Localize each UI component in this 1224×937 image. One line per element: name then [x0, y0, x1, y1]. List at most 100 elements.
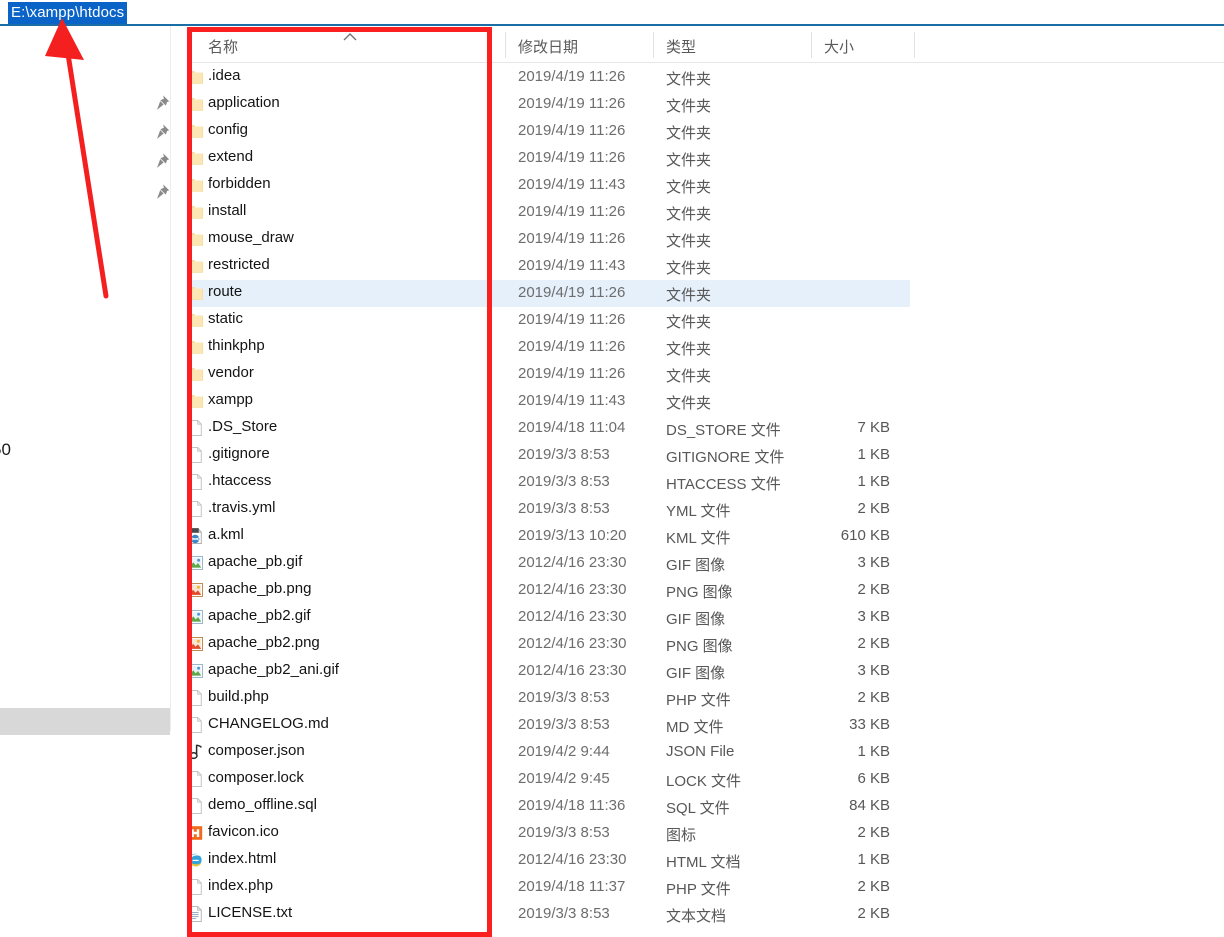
file-row[interactable]: .idea 2019/4/19 11:26 文件夹 — [187, 64, 910, 91]
file-size-cell: 2 KB — [857, 581, 890, 598]
file-name-cell[interactable]: index.php — [208, 877, 273, 894]
file-row[interactable]: vendor 2019/4/19 11:26 文件夹 — [187, 361, 910, 388]
file-name-cell[interactable]: CHANGELOG.md — [208, 715, 329, 732]
file-row[interactable]: LICENSE.txt 2019/3/3 8:53 文本文档 2 KB — [187, 901, 910, 928]
file-row[interactable]: extend 2019/4/19 11:26 文件夹 — [187, 145, 910, 172]
folder-icon — [188, 71, 203, 84]
file-type-cell: HTML 文档 — [666, 854, 741, 871]
file-date-cell: 2012/4/16 23:30 — [518, 608, 627, 625]
file-size-cell: 2 KB — [857, 905, 890, 922]
file-name-cell[interactable]: .DS_Store — [208, 418, 277, 435]
kml-icon — [188, 528, 202, 544]
file-type-cell: DS_STORE 文件 — [666, 422, 781, 439]
file-row[interactable]: build.php 2019/3/3 8:53 PHP 文件 2 KB — [187, 685, 910, 712]
file-type-cell: 文件夹 — [666, 71, 712, 88]
file-name-cell[interactable]: restricted — [208, 256, 270, 273]
file-row[interactable]: .travis.yml 2019/3/3 8:53 YML 文件 2 KB — [187, 496, 910, 523]
file-row[interactable]: apache_pb2.png 2012/4/16 23:30 PNG 图像 2 KB — [187, 631, 910, 658]
file-row[interactable]: .DS_Store 2019/4/18 11:04 DS_STORE 文件 7 KB — [187, 415, 910, 442]
gif-image-icon — [188, 610, 203, 624]
file-name-cell[interactable]: apache_pb2.png — [208, 634, 320, 651]
file-row[interactable]: apache_pb2_ani.gif 2012/4/16 23:30 GIF 图像 3… — [187, 658, 910, 685]
file-name-cell[interactable]: apache_pb2.gif — [208, 607, 311, 624]
file-name-cell[interactable]: LICENSE.txt — [208, 904, 292, 921]
file-name-cell[interactable]: .htaccess — [208, 472, 271, 489]
file-name-cell[interactable]: .idea — [208, 67, 241, 84]
file-name-cell[interactable]: install — [208, 202, 246, 219]
file-row[interactable]: composer.lock 2019/4/2 9:45 LOCK 文件 6 KB — [187, 766, 910, 793]
file-name-cell[interactable]: route — [208, 283, 242, 300]
column-header-row[interactable]: 名称 修改日期 类型 大小 — [187, 26, 1224, 63]
file-row[interactable]: CHANGELOG.md 2019/3/3 8:53 MD 文件 33 KB — [187, 712, 910, 739]
file-row[interactable]: mouse_draw 2019/4/19 11:26 文件夹 — [187, 226, 910, 253]
file-row[interactable]: apache_pb.gif 2012/4/16 23:30 GIF 图像 3 KB — [187, 550, 910, 577]
file-rows-container[interactable]: .idea 2019/4/19 11:26 文件夹 application 2019/4… — [187, 64, 1224, 928]
pin-icon[interactable] — [152, 122, 172, 142]
file-name-cell[interactable]: build.php — [208, 688, 269, 705]
file-name-cell[interactable]: apache_pb2_ani.gif — [208, 661, 339, 678]
file-row[interactable]: composer.json 2019/4/2 9:44 JSON File 1 KB — [187, 739, 910, 766]
file-name-cell[interactable]: composer.json — [208, 742, 305, 759]
file-name-cell[interactable]: apache_pb.gif — [208, 553, 302, 570]
column-separator[interactable] — [653, 32, 654, 58]
pin-icon[interactable] — [152, 151, 172, 171]
pin-icon[interactable] — [152, 182, 172, 202]
gif-image-icon — [188, 664, 203, 678]
column-header-date-modified[interactable]: 修改日期 — [518, 36, 578, 57]
address-bar-path[interactable]: E:\xampp\htdocs — [8, 2, 128, 25]
file-name-cell[interactable]: forbidden — [208, 175, 271, 192]
file-date-cell: 2019/4/18 11:04 — [518, 419, 626, 436]
file-row[interactable]: index.php 2019/4/18 11:37 PHP 文件 2 KB — [187, 874, 910, 901]
file-list-view[interactable]: 名称 修改日期 类型 大小 .idea 2019/4/19 11:26 文件夹 app… — [187, 26, 1224, 937]
column-separator[interactable] — [811, 32, 812, 58]
file-row[interactable]: install 2019/4/19 11:26 文件夹 — [187, 199, 910, 226]
folder-icon — [188, 206, 203, 219]
file-row[interactable]: a.kml 2019/3/13 10:20 KML 文件 610 KB — [187, 523, 910, 550]
file-row[interactable]: apache_pb2.gif 2012/4/16 23:30 GIF 图像 3 KB — [187, 604, 910, 631]
file-row[interactable]: apache_pb.png 2012/4/16 23:30 PNG 图像 2 KB — [187, 577, 910, 604]
file-name-cell[interactable]: vendor — [208, 364, 254, 381]
file-name-cell[interactable]: composer.lock — [208, 769, 304, 786]
file-name-cell[interactable]: .gitignore — [208, 445, 270, 462]
file-name-cell[interactable]: demo_offline.sql — [208, 796, 317, 813]
file-row[interactable]: restricted 2019/4/19 11:43 文件夹 — [187, 253, 910, 280]
folder-icon — [188, 179, 203, 192]
column-separator[interactable] — [505, 32, 506, 58]
column-separator[interactable] — [914, 32, 915, 58]
file-row[interactable]: static 2019/4/19 11:26 文件夹 — [187, 307, 910, 334]
file-name-cell[interactable]: extend — [208, 148, 253, 165]
column-header-name[interactable]: 名称 — [208, 36, 238, 57]
file-row[interactable]: demo_offline.sql 2019/4/18 11:36 SQL 文件 84 … — [187, 793, 910, 820]
folder-icon — [188, 395, 203, 408]
file-row[interactable]: forbidden 2019/4/19 11:43 文件夹 — [187, 172, 910, 199]
file-name-cell[interactable]: thinkphp — [208, 337, 265, 354]
file-name-cell[interactable]: .travis.yml — [208, 499, 276, 516]
address-bar[interactable]: E:\xampp\htdocs — [0, 0, 1224, 25]
column-header-type[interactable]: 类型 — [666, 36, 696, 57]
file-name-cell[interactable]: config — [208, 121, 248, 138]
pin-icon[interactable] — [152, 93, 172, 113]
file-name-cell[interactable]: favicon.ico — [208, 823, 279, 840]
column-header-size[interactable]: 大小 — [824, 36, 854, 57]
file-name-cell[interactable]: apache_pb.png — [208, 580, 311, 597]
file-row[interactable]: application 2019/4/19 11:26 文件夹 — [187, 91, 910, 118]
file-row[interactable]: config 2019/4/19 11:26 文件夹 — [187, 118, 910, 145]
file-name-cell[interactable]: a.kml — [208, 526, 244, 543]
file-size-cell: 1 KB — [857, 473, 890, 490]
file-name-cell[interactable]: index.html — [208, 850, 276, 867]
file-name-cell[interactable]: xampp — [208, 391, 253, 408]
file-row[interactable]: xampp 2019/4/19 11:43 文件夹 — [187, 388, 910, 415]
file-row[interactable]: route 2019/4/19 11:26 文件夹 — [187, 280, 910, 307]
file-type-cell: 文件夹 — [666, 233, 712, 250]
file-name-cell[interactable]: static — [208, 310, 243, 327]
file-row[interactable]: .htaccess 2019/3/3 8:53 HTACCESS 文件 1 KB — [187, 469, 910, 496]
file-name-cell[interactable]: mouse_draw — [208, 229, 294, 246]
file-row[interactable]: .gitignore 2019/3/3 8:53 GITIGNORE 文件 1 KB — [187, 442, 910, 469]
file-row[interactable]: index.html 2012/4/16 23:30 HTML 文档 1 KB — [187, 847, 910, 874]
file-row[interactable]: thinkphp 2019/4/19 11:26 文件夹 — [187, 334, 910, 361]
file-icon — [189, 474, 202, 490]
file-name-cell[interactable]: application — [208, 94, 280, 111]
file-size-cell: 7 KB — [857, 419, 890, 436]
file-row[interactable]: favicon.ico 2019/3/3 8:53 图标 2 KB — [187, 820, 910, 847]
file-date-cell: 2012/4/16 23:30 — [518, 554, 627, 571]
